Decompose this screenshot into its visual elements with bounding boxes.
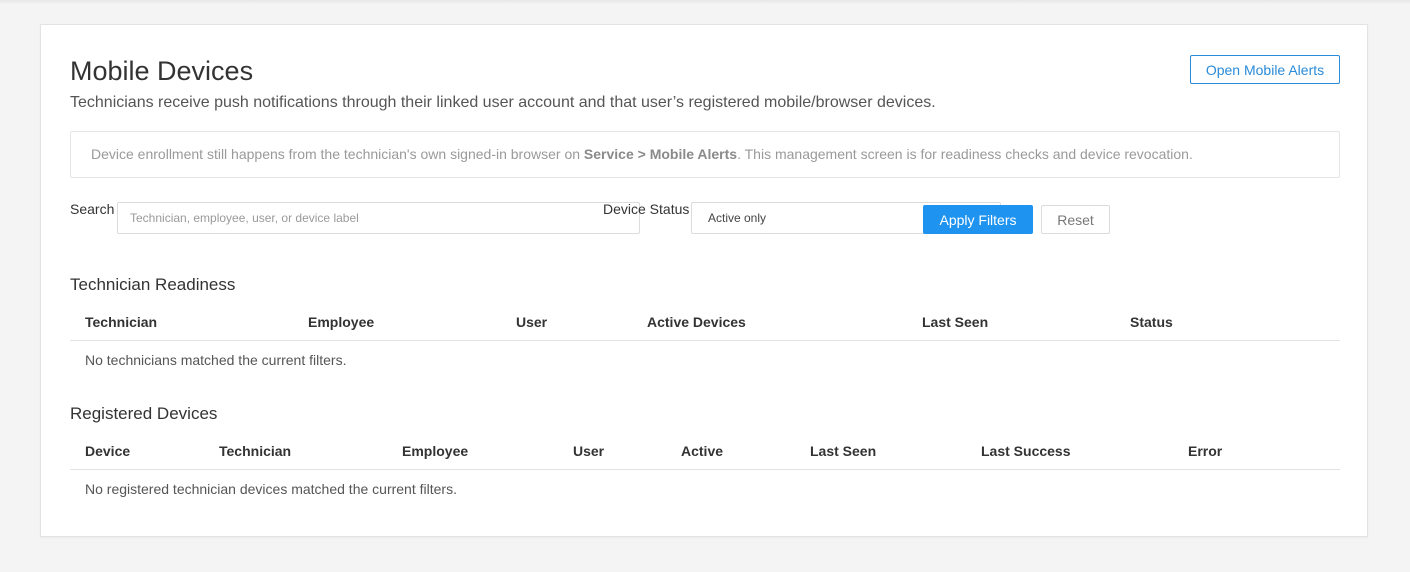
- column-header-last-seen: Last Seen: [795, 434, 966, 470]
- registered-devices-title: Registered Devices: [70, 404, 218, 423]
- empty-message: No technicians matched the current filte…: [85, 351, 347, 368]
- column-header-user: User: [558, 434, 666, 470]
- page-subtitle: Technicians receive push notifications t…: [70, 94, 936, 111]
- column-header-active: Active: [666, 434, 795, 470]
- column-header-error: Error: [1173, 434, 1340, 470]
- column-header-technician: Technician: [70, 305, 293, 341]
- notice-text-before: Device enrollment still happens from the…: [91, 146, 584, 162]
- page-title: Mobile Devices: [70, 56, 254, 86]
- search-input[interactable]: [117, 202, 640, 234]
- mobile-devices-panel: Mobile Devices Technicians receive push …: [40, 24, 1368, 537]
- reset-button[interactable]: Reset: [1041, 205, 1110, 234]
- table-header-row: Technician Employee User Active Devices …: [70, 305, 1340, 341]
- notice-text-after: . This management screen is for readines…: [737, 146, 1193, 162]
- notice-link-path: Service > Mobile Alerts: [583, 146, 738, 162]
- column-header-last-success: Last Success: [966, 434, 1173, 470]
- device-status-label: Device Status: [603, 201, 690, 217]
- open-mobile-alerts-button[interactable]: Open Mobile Alerts: [1190, 55, 1340, 84]
- column-header-status: Status: [1115, 305, 1340, 341]
- technician-readiness-table: Technician Employee User Active Devices …: [70, 305, 1340, 379]
- technician-readiness-title: Technician Readiness: [70, 275, 236, 294]
- apply-filters-button[interactable]: Apply Filters: [923, 205, 1033, 234]
- column-header-device: Device: [70, 434, 204, 470]
- column-header-technician: Technician: [204, 434, 387, 470]
- column-header-user: User: [501, 305, 632, 341]
- column-header-employee: Employee: [293, 305, 501, 341]
- registered-devices-table: Device Technician Employee User Active L…: [70, 434, 1340, 508]
- table-row: No registered technician devices matched…: [70, 469, 1340, 508]
- column-header-last-seen: Last Seen: [907, 305, 1115, 341]
- column-header-active-devices: Active Devices: [632, 305, 907, 341]
- empty-message: No registered technician devices matched…: [85, 480, 457, 497]
- column-header-employee: Employee: [387, 434, 558, 470]
- enrollment-notice: Device enrollment still happens from the…: [70, 131, 1340, 178]
- search-label: Search: [70, 201, 115, 217]
- top-shadow: [0, 0, 1410, 4]
- table-header-row: Device Technician Employee User Active L…: [70, 434, 1340, 470]
- table-row: No technicians matched the current filte…: [70, 340, 1340, 379]
